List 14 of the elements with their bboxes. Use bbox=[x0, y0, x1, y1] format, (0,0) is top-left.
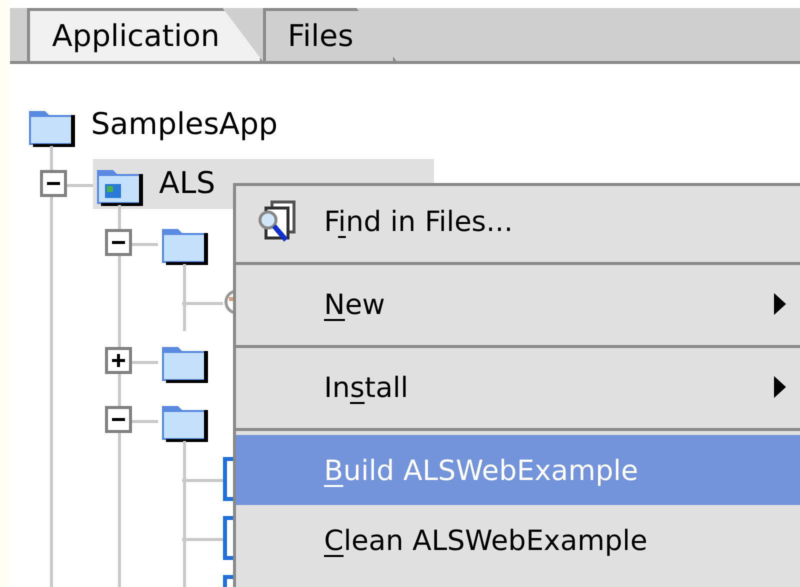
collapse-button[interactable] bbox=[105, 229, 132, 256]
tab[interactable]: Files bbox=[262, 8, 396, 61]
menu-item[interactable]: Clean ALSWebExample bbox=[236, 505, 800, 575]
collapse-button[interactable] bbox=[105, 406, 132, 433]
collapse-button[interactable] bbox=[40, 170, 67, 197]
menu-item[interactable]: Find in Files... bbox=[236, 186, 800, 256]
globe-icon bbox=[223, 288, 233, 314]
plus-icon bbox=[111, 353, 126, 368]
tab[interactable]: Application bbox=[27, 8, 263, 61]
expand-button[interactable] bbox=[105, 347, 132, 374]
menu-item[interactable]: New bbox=[236, 269, 800, 339]
menu-item[interactable]: Install bbox=[236, 352, 800, 422]
tree-item-label[interactable]: SamplesApp bbox=[91, 107, 278, 142]
tree-item-label[interactable]: ALS bbox=[159, 166, 216, 201]
